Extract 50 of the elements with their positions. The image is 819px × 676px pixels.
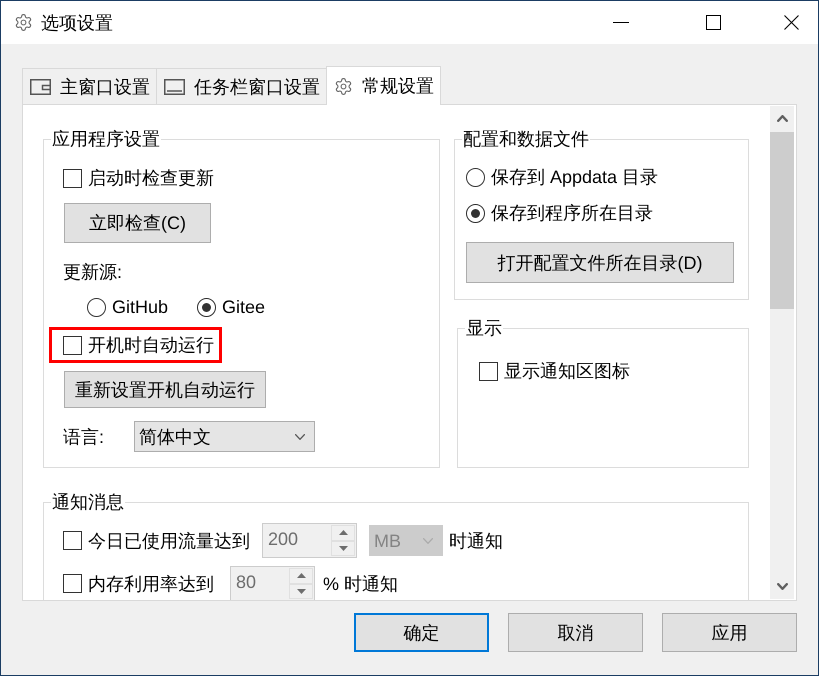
radio-label: GitHub bbox=[112, 296, 168, 318]
window-icon bbox=[30, 78, 51, 94]
radio-label: 保存到 Appdata 目录 bbox=[491, 166, 658, 188]
checkbox[interactable] bbox=[63, 168, 82, 188]
field-suffix: % 时通知 bbox=[323, 572, 398, 594]
group-title: 应用程序设置 bbox=[51, 128, 161, 150]
up-triangle-icon bbox=[338, 530, 348, 536]
field-label: 语言: bbox=[63, 426, 106, 448]
close-icon bbox=[784, 15, 798, 30]
chevron-down-icon bbox=[295, 434, 305, 440]
checkbox-label: 今日已使用流量达到 bbox=[88, 530, 250, 552]
down-triangle-icon bbox=[296, 588, 306, 594]
dialog-button[interactable]: 确定 bbox=[354, 613, 489, 652]
scrollbar-thumb[interactable] bbox=[770, 132, 794, 309]
radio-button[interactable] bbox=[87, 298, 106, 316]
minimize-icon bbox=[613, 22, 629, 23]
radio-button[interactable] bbox=[197, 298, 216, 316]
up-triangle-icon bbox=[296, 573, 306, 578]
radio-button[interactable] bbox=[466, 204, 485, 222]
group-title: 显示 bbox=[465, 317, 503, 339]
reset-autostart-button[interactable]: 重新设置开机自动运行 bbox=[64, 371, 266, 408]
check-now-button[interactable]: 立即检查(C) bbox=[64, 203, 211, 243]
checkbox[interactable] bbox=[63, 336, 82, 354]
tab[interactable]: 常规设置 bbox=[326, 66, 441, 105]
chevron-down-icon bbox=[423, 538, 433, 544]
dialog-button[interactable]: 应用 bbox=[662, 613, 797, 652]
radio-label: 保存到程序所在目录 bbox=[491, 202, 653, 224]
maximize-icon bbox=[706, 15, 720, 30]
checkbox-label: 启动时检查更新 bbox=[88, 167, 214, 189]
radio-label: Gitee bbox=[222, 296, 266, 318]
tab[interactable]: 主窗口设置 bbox=[22, 68, 157, 104]
down-triangle-icon bbox=[338, 546, 348, 551]
chevron-up-icon bbox=[776, 115, 788, 122]
group-title: 配置和数据文件 bbox=[462, 128, 590, 150]
group-title: 通知消息 bbox=[51, 491, 125, 513]
taskbar-icon bbox=[164, 78, 185, 94]
chevron-down-icon bbox=[776, 583, 788, 590]
field-label: 更新源: bbox=[63, 261, 122, 283]
radio-button[interactable] bbox=[466, 168, 485, 186]
gear-icon bbox=[334, 76, 353, 96]
field-suffix: 时通知 bbox=[449, 530, 503, 552]
dialog-button[interactable]: 取消 bbox=[508, 613, 643, 652]
checkbox-label: 内存利用率达到 bbox=[88, 572, 214, 594]
language-dropdown[interactable]: 简体中文 bbox=[134, 421, 315, 452]
checkbox[interactable] bbox=[479, 362, 498, 380]
window-title: 选项设置 bbox=[41, 12, 113, 34]
checkbox-label: 开机时自动运行 bbox=[88, 334, 214, 356]
checkbox-label: 显示通知区图标 bbox=[504, 360, 630, 382]
gear-icon bbox=[14, 13, 33, 32]
open-folder-button[interactable]: 打开配置文件所在目录(D) bbox=[466, 242, 734, 283]
